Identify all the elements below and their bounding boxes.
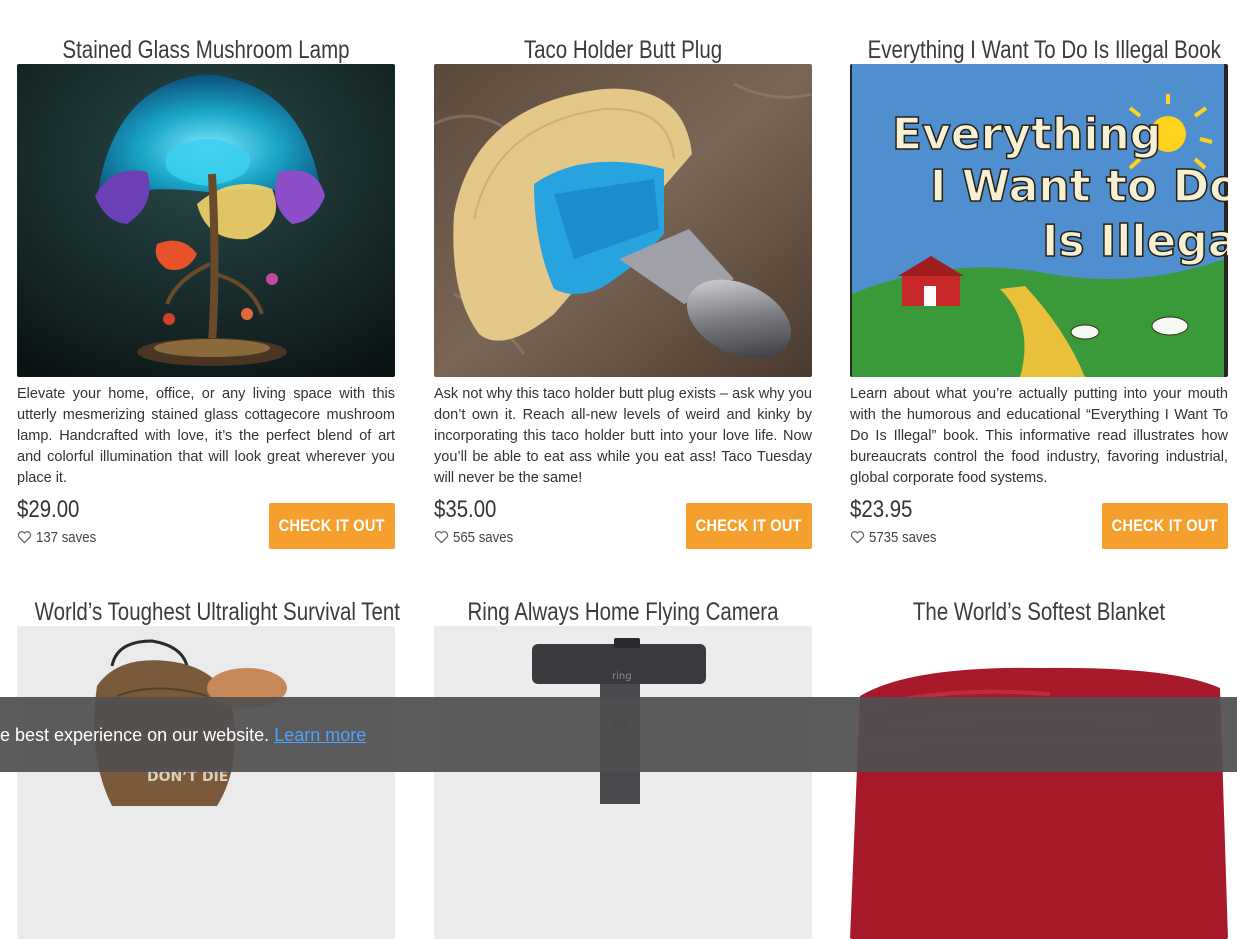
product-description: Ask not why this taco holder butt plug e… (434, 386, 812, 486)
heart-outline-icon[interactable] (17, 530, 32, 544)
product-price: $29.00 (17, 496, 80, 523)
save-toggle[interactable]: 137 saves (17, 528, 104, 546)
save-toggle[interactable]: 5735 saves (850, 528, 946, 546)
product-image[interactable] (434, 64, 812, 377)
product-description: Learn about what you’re actually putting… (850, 386, 1228, 486)
check-it-out-button[interactable]: CHECK IT OUT (1102, 503, 1228, 549)
product-description: Elevate your home, office, or any living… (17, 386, 395, 486)
product-image[interactable] (850, 626, 1228, 939)
cookie-text: e best experience on our website. (0, 725, 270, 745)
product-title[interactable]: World’s Toughest Ultralight Survival Ten… (35, 594, 400, 630)
product-title[interactable]: Taco Holder Butt Plug (452, 32, 795, 68)
saves-count: 565 saves (453, 528, 514, 546)
heart-outline-icon[interactable] (434, 530, 449, 544)
cookie-banner: e best experience on our website. Learn … (0, 697, 1237, 772)
book-cover-title: Is Illegal (1042, 216, 1228, 267)
heart-outline-icon[interactable] (850, 530, 865, 544)
product-title[interactable]: The World’s Softest Blanket (868, 594, 1211, 630)
cookie-message: e best experience on our website. Learn … (0, 725, 366, 746)
saves-count: 5735 saves (869, 528, 937, 546)
product-image[interactable]: DON’T DIE (17, 626, 395, 939)
save-toggle[interactable]: 565 saves (434, 528, 521, 546)
check-it-out-button[interactable]: CHECK IT OUT (269, 503, 395, 549)
product-title[interactable]: Ring Always Home Flying Camera (452, 594, 795, 630)
product-price: $23.95 (850, 496, 913, 523)
product-title[interactable]: Stained Glass Mushroom Lamp (35, 32, 378, 68)
product-price: $35.00 (434, 496, 497, 523)
book-cover-title: Everything (892, 109, 1161, 160)
product-image[interactable] (17, 64, 395, 377)
camera-brand-label: ring (612, 671, 632, 682)
check-it-out-button[interactable]: CHECK IT OUT (686, 503, 812, 549)
book-cover-title: I Want to Do (930, 161, 1228, 212)
saves-count: 137 saves (36, 528, 97, 546)
learn-more-link[interactable]: Learn more (274, 725, 366, 745)
product-image[interactable]: ring (434, 626, 812, 939)
product-image[interactable]: Everything I Want to Do Is Illegal (850, 64, 1228, 377)
product-title[interactable]: Everything I Want To Do Is Illegal Book (868, 32, 1221, 68)
